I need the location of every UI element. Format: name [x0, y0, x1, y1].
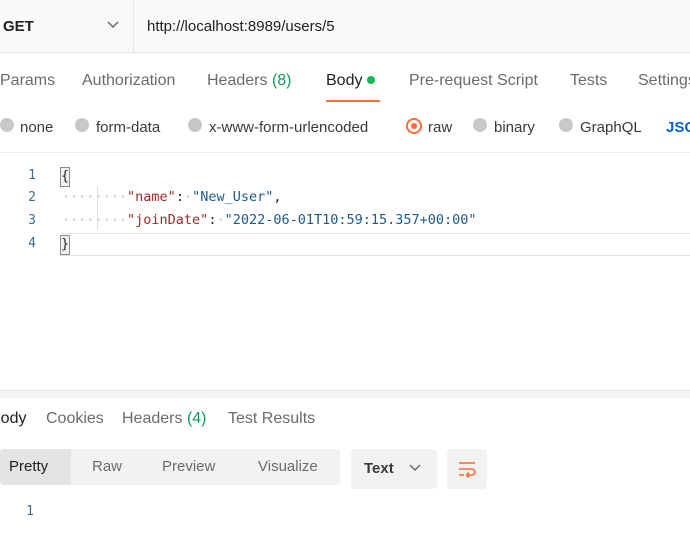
tab-label: Authorization [82, 72, 176, 89]
line-number: 1 [28, 168, 36, 183]
tab-label: Pre-request Script [409, 72, 538, 89]
current-line-highlight [60, 233, 690, 256]
tab-label: Settings [638, 72, 690, 89]
url-input[interactable]: http://localhost:8989/users/5 [147, 0, 335, 52]
language-select[interactable]: JSON [666, 119, 690, 136]
radio-label-raw: raw [428, 119, 453, 136]
view-mode-visualize[interactable]: Visualize [258, 458, 318, 475]
response-tab-cookies[interactable]: Cookies [46, 410, 104, 428]
radio-label-graphql: GraphQL [580, 119, 642, 136]
wrap-lines-icon [459, 462, 476, 479]
editor-divider [0, 152, 690, 153]
json-key-name: "name" [127, 189, 176, 205]
json-value-name: "New_User" [192, 189, 274, 205]
line-number: 4 [28, 236, 36, 251]
response-line-number: 1 [26, 504, 34, 519]
method-select[interactable]: GET [0, 0, 134, 52]
chevron-down-icon [409, 464, 421, 472]
code-line-2[interactable]: ········"name":·"New_User", [62, 189, 282, 205]
json-value-joindate: "2022-06-01T10:59:15.357+00:00" [224, 212, 477, 228]
radio-raw[interactable] [406, 118, 422, 134]
line-number: 2 [28, 190, 36, 205]
response-tab-headers[interactable]: Headers (4) [122, 410, 207, 428]
tab-settings[interactable]: Settings [638, 72, 690, 90]
tab-pre-request-script[interactable]: Pre-request Script [409, 72, 538, 90]
radio-form-data[interactable] [75, 118, 89, 132]
tab-params[interactable]: Params [0, 72, 55, 90]
json-colon: : [175, 189, 184, 205]
tab-label: Headers [122, 410, 183, 427]
tab-label: Params [0, 72, 56, 89]
tab-label: Body [326, 72, 363, 89]
json-comma: , [273, 189, 282, 205]
code-line-3[interactable]: ········"joinDate":·"2022-06-01T10:59:15… [62, 212, 477, 228]
active-tab-underline [326, 100, 380, 102]
response-tab-test-results[interactable]: Test Results [228, 410, 315, 428]
radio-x-www-form-urlencoded[interactable] [188, 118, 202, 132]
headers-count: (8) [271, 72, 292, 89]
tab-headers[interactable]: Headers (8) [207, 72, 292, 90]
response-headers-count: (4) [186, 410, 207, 427]
radio-label-urlencoded: x-www-form-urlencoded [209, 119, 369, 136]
line-number: 3 [28, 213, 36, 228]
response-format-label: Text [364, 460, 394, 477]
view-mode-preview[interactable]: Preview [162, 458, 215, 475]
method-label: GET [3, 17, 34, 35]
radio-label-none: none [20, 119, 54, 136]
tab-tests[interactable]: Tests [570, 72, 607, 90]
radio-label-form-data: form-data [96, 119, 161, 136]
tab-label: Headers [207, 72, 268, 89]
body-indicator-dot [367, 75, 376, 84]
radio-binary[interactable] [473, 118, 487, 132]
chevron-down-icon [107, 21, 119, 29]
radio-none[interactable] [0, 118, 14, 132]
radio-graphql[interactable] [559, 118, 573, 132]
tab-body[interactable]: Body [326, 72, 376, 90]
response-divider[interactable] [0, 390, 690, 398]
close-brace: } [60, 235, 70, 255]
response-tab-body[interactable]: Body [0, 410, 26, 428]
view-mode-pretty[interactable]: Pretty [9, 458, 48, 475]
open-brace: { [60, 167, 70, 187]
tab-label: Tests [570, 72, 608, 89]
json-key-joindate: "joinDate" [127, 212, 209, 228]
view-mode-raw[interactable]: Raw [92, 458, 122, 475]
tab-authorization[interactable]: Authorization [82, 72, 175, 90]
radio-label-binary: binary [494, 119, 535, 136]
